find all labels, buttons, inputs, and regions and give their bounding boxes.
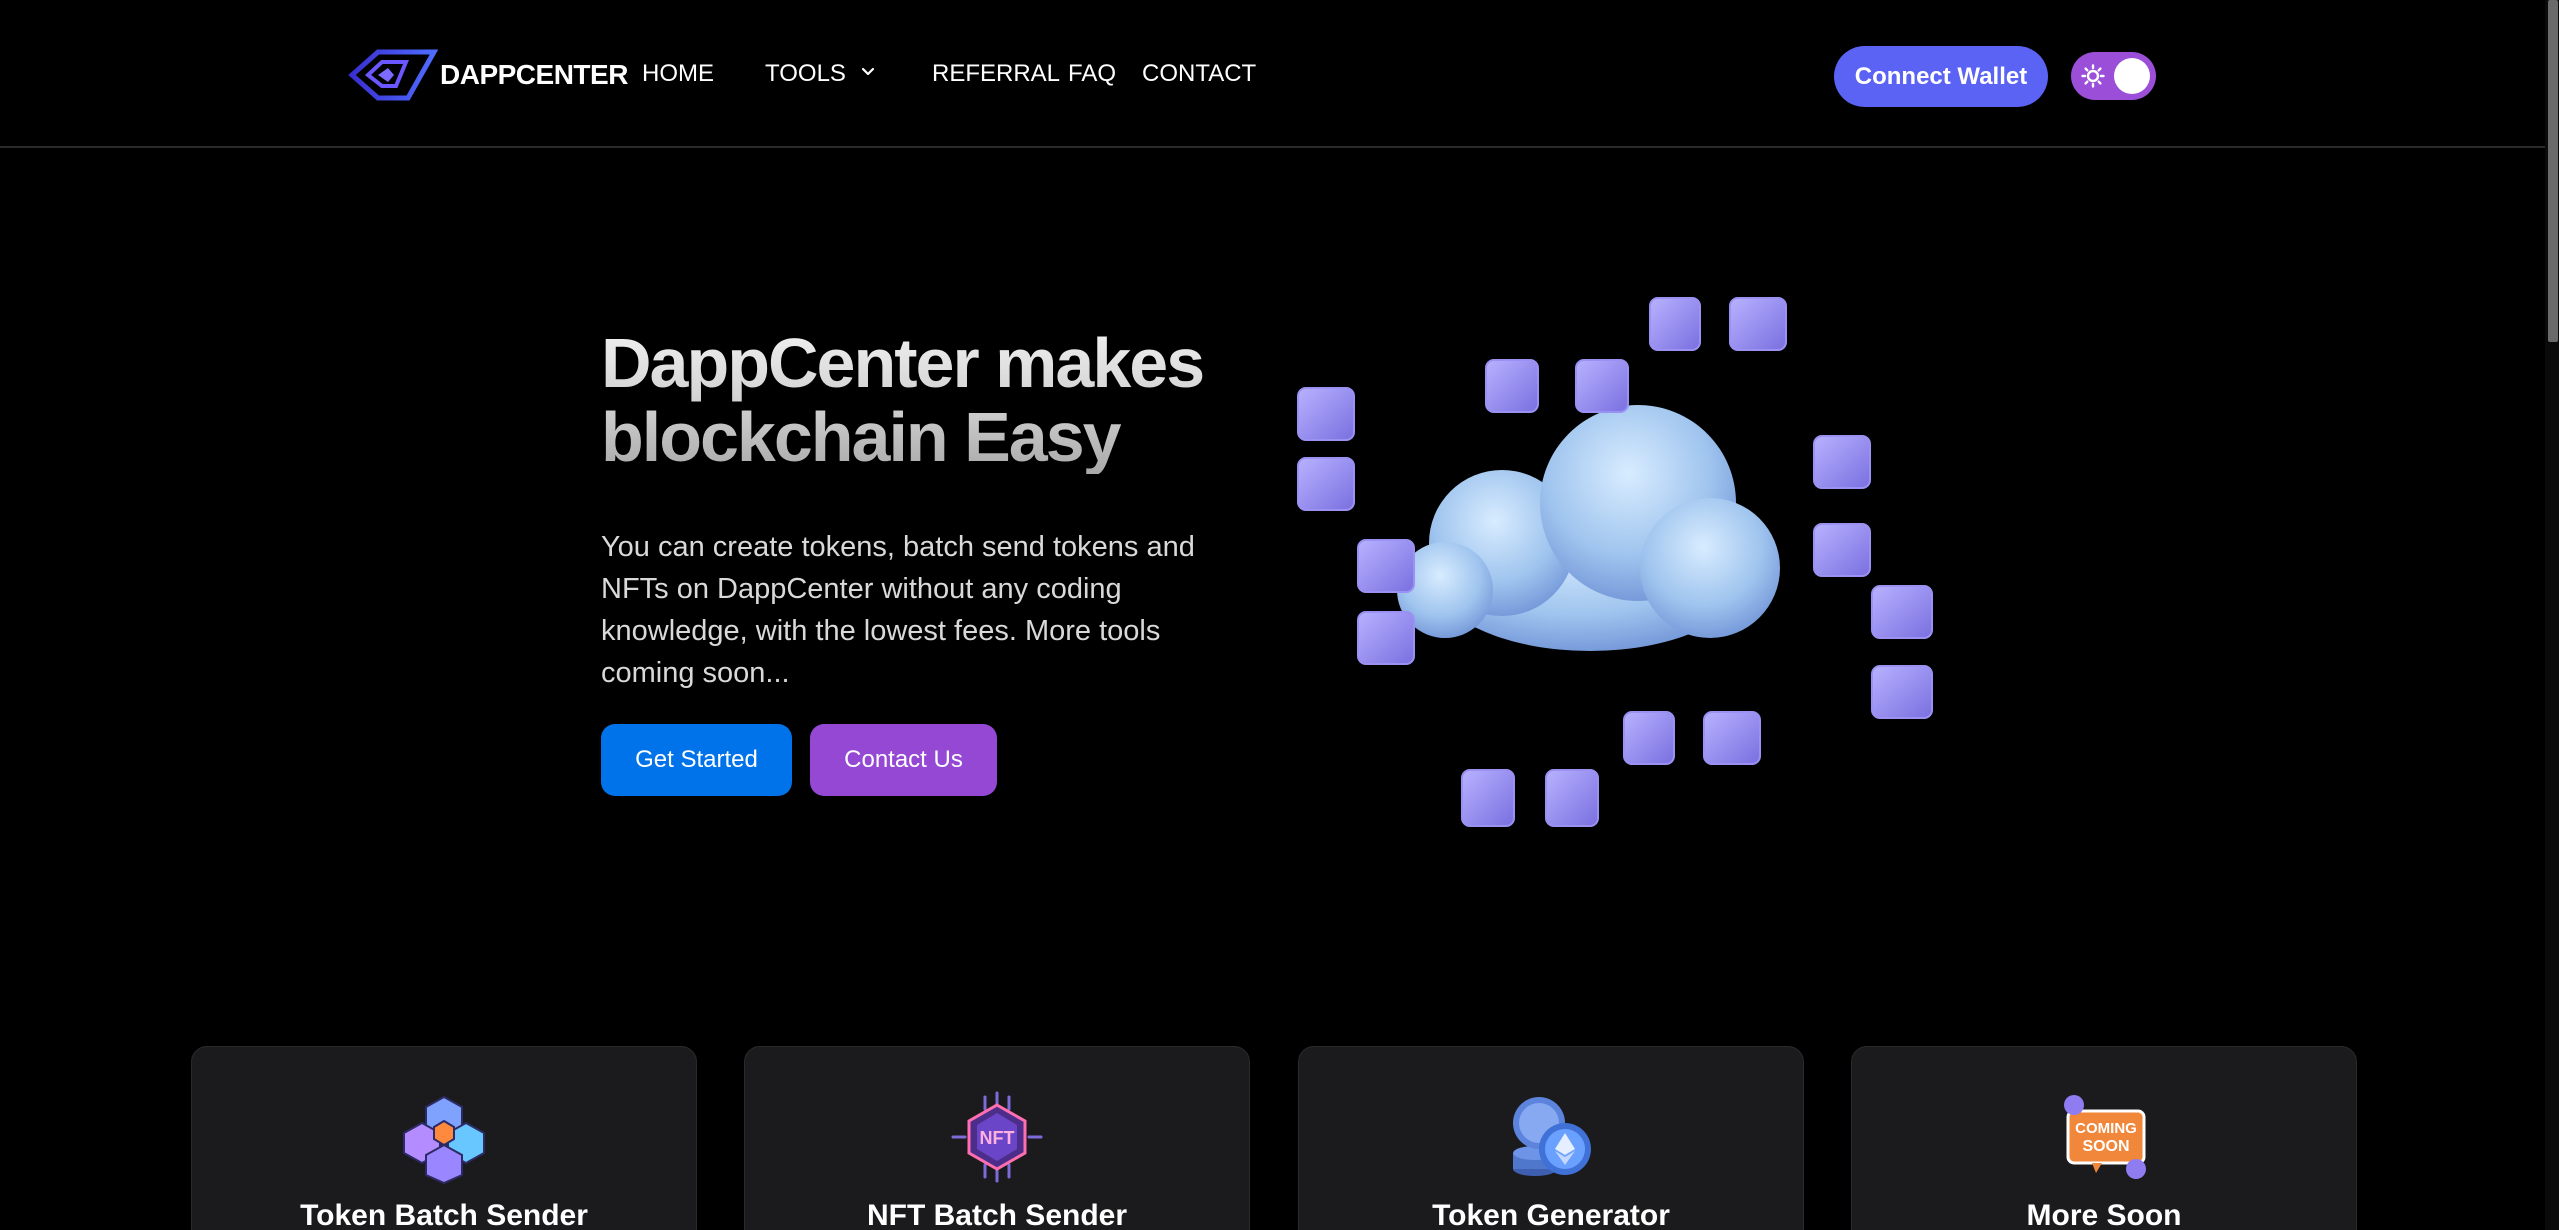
card-title: More Soon: [2026, 1199, 2182, 1230]
card-more-soon[interactable]: COMING SOON More Soon: [1851, 1046, 2357, 1230]
contact-us-button[interactable]: Contact Us: [810, 724, 997, 796]
connect-wallet-button[interactable]: Connect Wallet: [1834, 46, 2048, 107]
svg-text:COMING: COMING: [2075, 1120, 2137, 1137]
nav-faq[interactable]: FAQ: [1068, 60, 1116, 88]
card-token-generator[interactable]: Token Generator: [1298, 1046, 1804, 1230]
card-nft-batch-sender[interactable]: NFT NFT Batch Sender: [744, 1046, 1250, 1230]
card-token-batch-sender[interactable]: Token Batch Sender: [191, 1046, 697, 1230]
brand-logo[interactable]: DAPPCENTER: [348, 48, 628, 102]
page: DAPPCENTER HOME TOOLS REFERRAL FAQ CONTA…: [0, 0, 2559, 1230]
dappcenter-logo-icon: [348, 49, 438, 101]
nav-contact[interactable]: CONTACT: [1142, 60, 1256, 88]
coin-stack-icon: [1513, 1097, 1591, 1176]
coming-soon-icon: COMING SOON: [2064, 1095, 2146, 1179]
cloud-network-illustration: [1297, 297, 1933, 827]
token-cubes-icon: [403, 1095, 485, 1185]
navbar: DAPPCENTER HOME TOOLS REFERRAL FAQ CONTA…: [0, 0, 2545, 148]
nav-referral[interactable]: REFERRAL: [932, 60, 1060, 88]
svg-text:SOON: SOON: [2082, 1138, 2129, 1155]
nav-home[interactable]: HOME: [642, 60, 714, 88]
get-started-button[interactable]: Get Started: [601, 724, 792, 796]
nav-tools[interactable]: TOOLS: [765, 60, 846, 88]
scrollbar[interactable]: [2545, 0, 2559, 1230]
card-title: Token Generator: [1432, 1199, 1670, 1230]
toggle-knob: [2114, 58, 2150, 94]
brand-name: DAPPCENTER: [440, 59, 628, 90]
theme-toggle[interactable]: [2071, 52, 2156, 100]
chevron-down-icon[interactable]: [858, 62, 878, 82]
hero-description: You can create tokens, batch send tokens…: [601, 531, 1195, 689]
hero-title: DappCenter makes blockchain Easy: [601, 326, 1261, 474]
nft-chip-icon: NFT: [951, 1091, 1043, 1183]
card-title: Token Batch Sender: [300, 1199, 588, 1230]
sun-icon: [2081, 64, 2105, 88]
scrollbar-thumb[interactable]: [2548, 0, 2558, 342]
svg-text:NFT: NFT: [980, 1128, 1015, 1148]
card-title: NFT Batch Sender: [866, 1199, 1128, 1230]
